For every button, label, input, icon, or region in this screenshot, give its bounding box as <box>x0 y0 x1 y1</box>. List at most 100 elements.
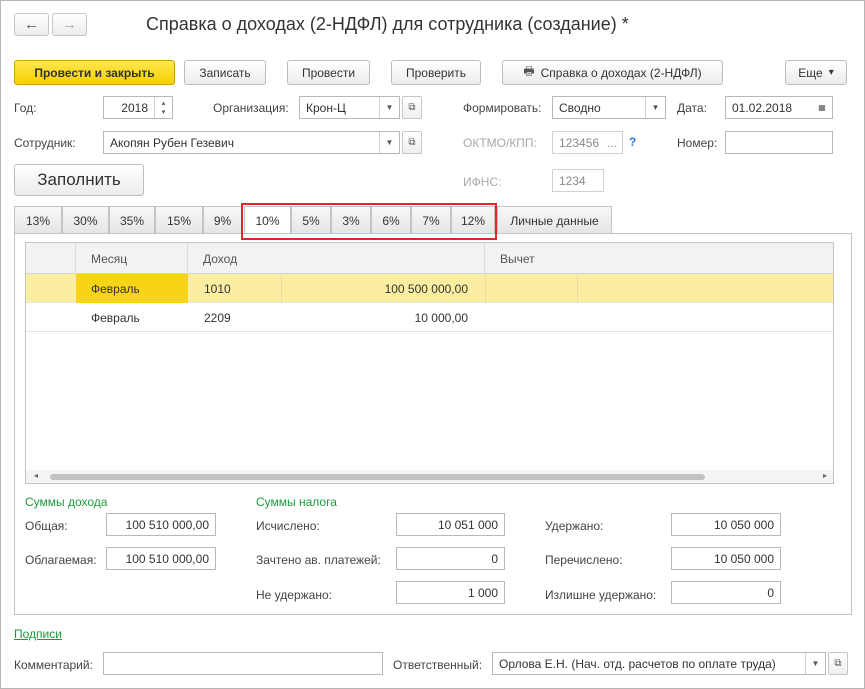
tax-withheld-value: 10 050 000 <box>713 517 774 532</box>
scrollbar-thumb[interactable] <box>50 474 705 480</box>
responsible-field[interactable]: Орлова Е.Н. (Нач. отд. расчетов по оплат… <box>492 652 826 675</box>
income-total-label: Общая: <box>25 519 68 533</box>
open-organization-icon[interactable]: ⧉ <box>402 96 422 119</box>
ifns-field[interactable]: 1234 <box>552 169 604 192</box>
arrow-right-icon: → <box>62 16 77 33</box>
tax-calculated-value: 10 051 000 <box>437 517 498 532</box>
tab-3[interactable]: 3% <box>331 206 371 234</box>
responsible-value: Орлова Е.Н. (Нач. отд. расчетов по оплат… <box>499 656 776 671</box>
column-month[interactable]: Месяц <box>76 243 188 274</box>
tab-7[interactable]: 7% <box>411 206 451 234</box>
tax-over-withheld-field[interactable]: 0 <box>671 581 781 604</box>
more-button[interactable]: Еще ▾ <box>785 60 847 85</box>
oktmo-select-button[interactable]: ... <box>607 136 617 150</box>
year-field[interactable]: 2018 ▴ ▾ <box>103 96 173 119</box>
oktmo-value: 123456 <box>559 135 600 150</box>
spinner-down-icon: ▾ <box>161 108 166 116</box>
chevron-down-icon[interactable]: ▼ <box>379 97 399 118</box>
check-button[interactable]: Проверить <box>391 60 481 85</box>
tab-12[interactable]: 12% <box>451 206 495 234</box>
tax-calculated-field[interactable]: 10 051 000 <box>396 513 505 536</box>
chevron-down-icon[interactable]: ▼ <box>379 132 399 153</box>
row-marker-column <box>26 243 76 274</box>
number-field[interactable] <box>725 131 833 154</box>
open-employee-icon[interactable]: ⧉ <box>402 131 422 154</box>
income-table[interactable]: Месяц Доход Вычет Февраль 1010 100 500 0… <box>25 242 834 484</box>
tax-withheld-field[interactable]: 10 050 000 <box>671 513 781 536</box>
scroll-right-icon[interactable]: ▸ <box>823 471 827 480</box>
tax-not-withheld-value: 1 000 <box>467 585 498 600</box>
comment-field[interactable] <box>103 652 383 675</box>
employee-value: Акопян Рубен Гезевич <box>110 135 235 150</box>
save-button[interactable]: Записать <box>184 60 266 85</box>
tax-sums-title: Суммы налога <box>256 495 337 509</box>
tax-withheld-label: Удержано: <box>545 519 604 533</box>
income-total-field[interactable]: 100 510 000,00 <box>106 513 216 536</box>
date-value: 01.02.2018 <box>732 100 793 115</box>
scroll-left-icon[interactable]: ◂ <box>34 471 38 480</box>
income-amount-cell[interactable]: 10 000,00 <box>281 303 468 332</box>
income-code-cell[interactable]: 2209 <box>204 303 274 332</box>
employee-field[interactable]: Акопян Рубен Гезевич ▼ <box>103 131 400 154</box>
more-label: Еще <box>798 65 823 80</box>
comment-label: Комментарий: <box>14 658 93 672</box>
month-cell[interactable]: Февраль <box>76 303 188 332</box>
organization-field[interactable]: Крон-Ц ▼ <box>299 96 400 119</box>
form-mode-label: Формировать: <box>463 101 542 115</box>
tax-offset-value: 0 <box>491 551 498 566</box>
cell-divider <box>577 274 578 303</box>
tax-offset-field[interactable]: 0 <box>396 547 505 570</box>
tax-calculated-label: Исчислено: <box>256 519 320 533</box>
tax-over-withheld-value: 0 <box>767 585 774 600</box>
tab-6[interactable]: 6% <box>371 206 411 234</box>
form-mode-select[interactable]: Сводно ▼ <box>552 96 666 119</box>
organization-label: Организация: <box>213 101 289 115</box>
chevron-down-icon: ▾ <box>828 67 834 78</box>
tax-offset-label: Зачтено ав. платежей: <box>256 553 381 567</box>
table-row[interactable]: Февраль 1010 100 500 000,00 <box>26 274 833 303</box>
tab-personal-data[interactable]: Личные данные <box>497 206 612 234</box>
signatures-link[interactable]: Подписи <box>14 627 62 641</box>
fill-button[interactable]: Заполнить <box>14 164 144 196</box>
income-amount-cell[interactable]: 100 500 000,00 <box>281 274 468 303</box>
tab-15[interactable]: 15% <box>155 206 203 234</box>
tax-over-withheld-label: Излишне удержано: <box>545 588 657 602</box>
tab-35[interactable]: 35% <box>109 206 155 234</box>
income-sums-title: Суммы дохода <box>25 495 108 509</box>
date-field[interactable]: 01.02.2018 ▦ <box>725 96 833 119</box>
tab-10[interactable]: 10% <box>244 206 291 235</box>
post-and-close-button[interactable]: Провести и закрыть <box>14 60 175 85</box>
horizontal-scrollbar[interactable]: ◂ ▸ <box>26 470 833 483</box>
table-row[interactable]: Февраль 2209 10 000,00 <box>26 303 833 332</box>
income-taxable-value: 100 510 000,00 <box>125 551 209 566</box>
tax-transferred-value: 10 050 000 <box>713 551 774 566</box>
tab-9[interactable]: 9% <box>203 206 242 234</box>
tax-not-withheld-label: Не удержано: <box>256 588 332 602</box>
chevron-down-icon[interactable]: ▼ <box>645 97 665 118</box>
calendar-icon[interactable]: ▦ <box>812 97 832 118</box>
document-window: ← → Справка о доходах (2-НДФЛ) для сотру… <box>0 0 865 689</box>
tab-30[interactable]: 30% <box>62 206 109 234</box>
window-title: Справка о доходах (2-НДФЛ) для сотрудник… <box>146 14 629 34</box>
post-button[interactable]: Провести <box>287 60 370 85</box>
oktmo-field[interactable]: 123456 ... <box>552 131 623 154</box>
year-spinner[interactable]: ▴ ▾ <box>154 97 172 118</box>
column-income[interactable]: Доход <box>188 243 485 274</box>
column-deduction[interactable]: Вычет <box>485 243 833 274</box>
help-icon[interactable]: ? <box>629 135 636 149</box>
income-taxable-field[interactable]: 100 510 000,00 <box>106 547 216 570</box>
tax-not-withheld-field[interactable]: 1 000 <box>396 581 505 604</box>
tab-5[interactable]: 5% <box>291 206 331 234</box>
month-cell[interactable]: Февраль <box>76 274 188 303</box>
table-header: Месяц Доход Вычет <box>26 243 833 274</box>
open-responsible-icon[interactable]: ⧉ <box>828 652 848 675</box>
chevron-down-icon[interactable]: ▼ <box>805 653 825 674</box>
income-code-cell[interactable]: 1010 <box>204 274 274 303</box>
arrow-left-icon: ← <box>24 16 39 33</box>
back-button[interactable]: ← <box>14 13 49 36</box>
tax-transferred-field[interactable]: 10 050 000 <box>671 547 781 570</box>
form-mode-value: Сводно <box>559 100 601 115</box>
tab-13[interactable]: 13% <box>14 206 62 234</box>
print-certificate-button[interactable]: 🖶 Справка о доходах (2-НДФЛ) <box>502 60 723 85</box>
forward-button[interactable]: → <box>52 13 87 36</box>
